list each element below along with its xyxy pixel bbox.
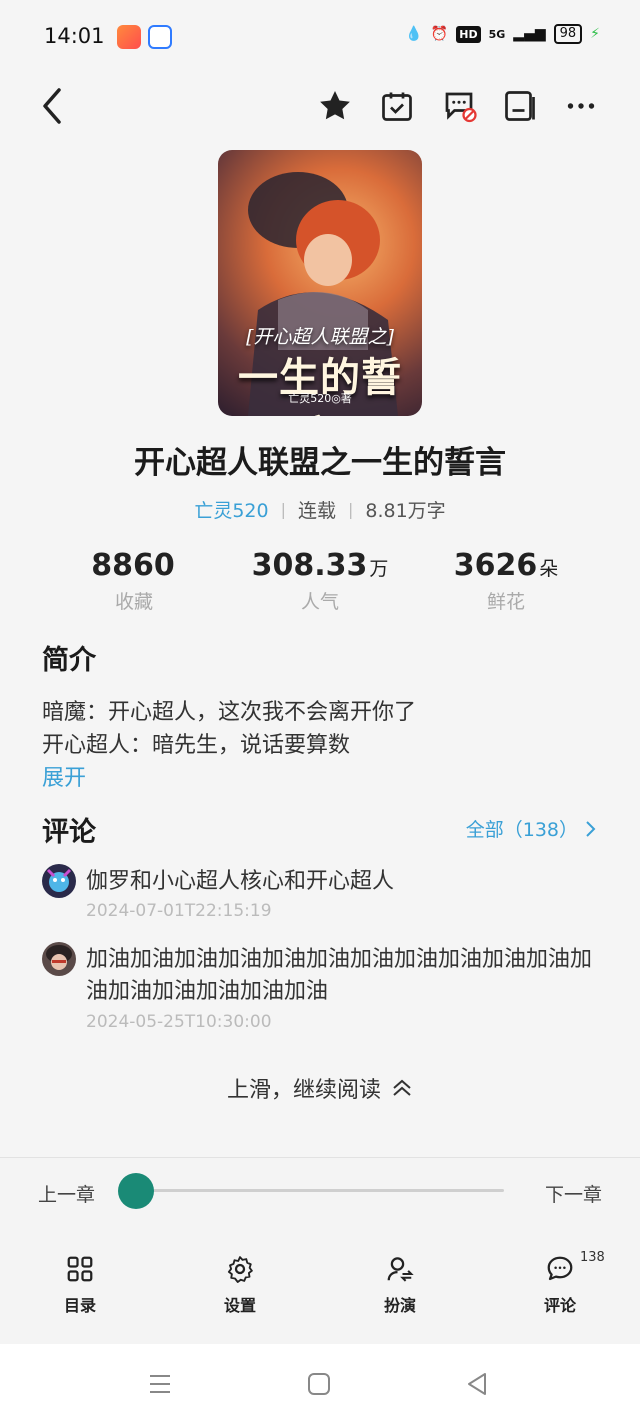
book-title: 开心超人联盟之一生的誓言 [134, 445, 506, 481]
book-cover[interactable]: [开心超人联盟之] 一生的誓言 亡灵520◎著 [218, 150, 422, 416]
intro-line: 开心超人：暗先生，说话要算数 [42, 733, 351, 758]
back-arrow-icon[interactable] [32, 86, 72, 126]
author-link[interactable]: 亡灵520 [194, 496, 268, 523]
prev-chapter-button[interactable]: 上一章 [38, 1180, 95, 1207]
comment-icon [547, 1256, 573, 1281]
calendar-check-icon[interactable] [377, 86, 417, 126]
stat-favorites: 8860 收藏 [34, 548, 234, 614]
nav-label: 目录 [63, 1296, 96, 1315]
comment-text: 伽罗和小心超人核心和开心超人 [86, 869, 395, 894]
nav-settings[interactable]: 设置 [200, 1254, 280, 1316]
continue-reading-label: 上滑，继续阅读 [226, 1078, 381, 1103]
stat-popularity: 308.33 万 人气 [220, 548, 420, 614]
notification-app-icon [148, 25, 172, 49]
stat-label: 收藏 [114, 591, 153, 613]
comment-time: 2024-07-01T22:15:19 [86, 901, 272, 921]
expand-link[interactable]: 展开 [42, 760, 86, 792]
stat-value: 8860 [91, 548, 175, 583]
charging-icon: ⚡ [590, 26, 600, 42]
comment-blocked-icon[interactable] [439, 86, 479, 126]
chapter-progress-handle[interactable] [118, 1173, 154, 1209]
serial-status: 连载 [297, 500, 336, 522]
nav-label: 评论 [543, 1296, 576, 1315]
comments-heading: 评论 [42, 817, 96, 848]
double-chevron-up-icon [393, 1079, 411, 1096]
grid-icon [67, 1256, 93, 1282]
intro-heading: 简介 [42, 645, 96, 676]
cover-author: 亡灵520◎著 [288, 392, 352, 405]
comment-time: 2024-05-25T10:30:00 [86, 1012, 272, 1032]
gear-icon [227, 1256, 253, 1283]
comment-count-badge: 138 [580, 1250, 605, 1265]
all-comments-link[interactable]: 全部（138） [466, 815, 596, 842]
book-meta: 亡灵520 | 连载 | 8.81万字 [0, 496, 640, 523]
stat-value: 308.33 万 [251, 548, 389, 583]
bookshelf-icon[interactable] [500, 86, 540, 126]
status-icons: 💧 ⏰ HD 5G ▂▄▆ 98 ⚡ [405, 24, 600, 44]
next-chapter-button[interactable]: 下一章 [545, 1180, 602, 1207]
nav-roleplay[interactable]: 扮演 [360, 1254, 440, 1316]
network-label: 5G [488, 27, 506, 41]
signal-icon: ▂▄▆ [513, 26, 546, 42]
user-switch-icon [387, 1257, 414, 1282]
divider: | [280, 500, 286, 519]
word-count: 8.81万字 [365, 500, 446, 522]
all-comments-label: 全部（138） [465, 819, 578, 841]
avatar[interactable] [42, 864, 76, 898]
alarm-icon: ⏰ [430, 26, 449, 42]
status-time: 14:01 [44, 24, 105, 48]
nav-label: 扮演 [383, 1296, 416, 1315]
star-icon[interactable] [315, 86, 355, 126]
divider: | [347, 500, 354, 519]
more-icon[interactable] [561, 86, 601, 126]
intro-line: 暗魔：开心超人，这次我不会离开你了 [42, 700, 417, 725]
stat-value: 3626 朵 [453, 548, 559, 583]
dnd-icon: 💧 [405, 26, 423, 42]
back-triangle-icon[interactable] [465, 1372, 489, 1400]
chapter-progress-track[interactable] [136, 1189, 504, 1192]
hd-badge: HD [456, 25, 481, 43]
avatar[interactable] [42, 942, 76, 976]
stat-label: 人气 [300, 591, 339, 613]
home-icon[interactable] [307, 1372, 331, 1400]
menu-icon[interactable] [148, 1372, 172, 1400]
notification-app-icon [117, 25, 141, 49]
stat-label: 鲜花 [486, 591, 525, 613]
nav-catalog[interactable]: 目录 [40, 1254, 120, 1316]
stat-flowers: 3626 朵 鲜花 [406, 548, 606, 614]
nav-label: 设置 [223, 1296, 256, 1315]
comment-text: 加油加油加油加油加油加油加油加油加油加油加油加油加油加油加油加油加油 [86, 947, 593, 1004]
battery-indicator: 98 [553, 24, 583, 44]
chevron-right-icon [586, 820, 596, 837]
continue-reading[interactable]: 上滑，继续阅读 [0, 1072, 640, 1104]
